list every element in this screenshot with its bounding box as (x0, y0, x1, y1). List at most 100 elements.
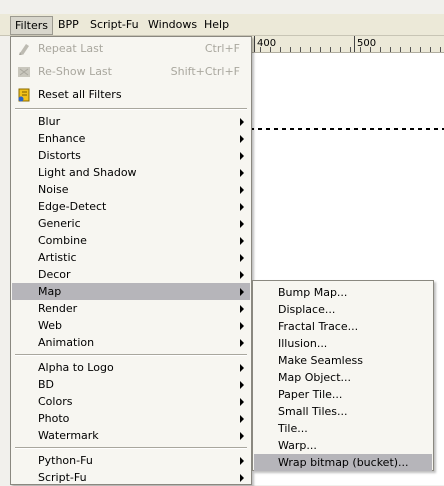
submenu-arrow-icon (240, 220, 244, 228)
ruler-ticks (250, 47, 444, 52)
menu-item-label: Light and Shadow (38, 166, 137, 179)
submenu-item-displace[interactable]: Displace... (254, 301, 432, 318)
submenu-item-paper-tile[interactable]: Paper Tile... (254, 386, 432, 403)
menu-item-label: Fractal Trace... (278, 320, 359, 333)
menu-item-reshow-last[interactable]: Re-Show Last Shift+Ctrl+F (12, 63, 250, 80)
menu-item-combine[interactable]: Combine (12, 232, 250, 249)
horizontal-ruler: 400 500 (250, 36, 444, 53)
menu-item-label: Script-Fu (38, 471, 87, 484)
menu-separator (15, 108, 247, 110)
menu-item-alpha-to-logo[interactable]: Alpha to Logo (12, 359, 250, 376)
menubar: Filters BPP Script-Fu Windows Help (0, 14, 444, 36)
menu-item-label: Decor (38, 268, 71, 281)
menu-windows[interactable]: Windows (148, 18, 197, 34)
submenu-arrow-icon (240, 415, 244, 423)
menu-item-watermark[interactable]: Watermark (12, 427, 250, 444)
menu-item-reset-all-filters[interactable]: Reset all Filters (12, 86, 250, 103)
menu-item-label: Colors (38, 395, 73, 408)
submenu-arrow-icon (240, 271, 244, 279)
menu-item-label: Photo (38, 412, 70, 425)
menu-filters[interactable]: Filters (10, 16, 53, 35)
ruler-major-tick (254, 36, 255, 52)
menu-item-bd[interactable]: BD (12, 376, 250, 393)
submenu-arrow-icon (240, 203, 244, 211)
menu-item-noise[interactable]: Noise (12, 181, 250, 198)
menu-item-decor[interactable]: Decor (12, 266, 250, 283)
menu-item-accel: Ctrl+F (204, 42, 240, 55)
menu-item-label: Alpha to Logo (38, 361, 114, 374)
menu-item-label: Make Seamless (278, 354, 363, 367)
submenu-item-fractal-trace[interactable]: Fractal Trace... (254, 318, 432, 335)
menu-item-label: Generic (38, 217, 81, 230)
menu-item-label: Edge-Detect (38, 200, 107, 213)
menu-item-colors[interactable]: Colors (12, 393, 250, 410)
menu-separator (15, 447, 247, 449)
menu-item-render[interactable]: Render (12, 300, 250, 317)
menu-item-accel: Shift+Ctrl+F (170, 65, 240, 78)
reshow-icon (16, 64, 32, 80)
menu-item-map[interactable]: Map (12, 283, 250, 300)
submenu-arrow-icon (240, 398, 244, 406)
submenu-item-illusion[interactable]: Illusion... (254, 335, 432, 352)
menu-item-label: Reset all Filters (38, 88, 122, 101)
submenu-arrow-icon (240, 322, 244, 330)
ruler-label-500: 500 (357, 38, 377, 49)
menu-item-label: Web (38, 319, 62, 332)
submenu-item-bump-map[interactable]: Bump Map... (254, 284, 432, 301)
menu-item-label: Small Tiles... (278, 405, 348, 418)
menu-item-photo[interactable]: Photo (12, 410, 250, 427)
submenu-item-map-object[interactable]: Map Object... (254, 369, 432, 386)
submenu-item-warp[interactable]: Warp... (254, 437, 432, 454)
menu-item-web[interactable]: Web (12, 317, 250, 334)
menu-script-fu[interactable]: Script-Fu (90, 18, 139, 34)
menu-item-python-fu[interactable]: Python-Fu (12, 452, 250, 469)
menu-item-label: Artistic (38, 251, 77, 264)
menu-item-label: Re-Show Last (38, 65, 112, 78)
menu-item-blur[interactable]: Blur (12, 113, 250, 130)
submenu-arrow-icon (240, 186, 244, 194)
menu-item-label: Noise (38, 183, 69, 196)
submenu-item-tile[interactable]: Tile... (254, 420, 432, 437)
submenu-arrow-icon (240, 237, 244, 245)
filters-menu: Repeat Last Ctrl+F Re-Show Last Shift+Ct… (10, 36, 252, 485)
menu-item-label: Tile... (278, 422, 308, 435)
submenu-item-wrap-bitmap[interactable]: Wrap bitmap (bucket)... (254, 454, 432, 471)
menu-item-label: Illusion... (278, 337, 328, 350)
submenu-arrow-icon (240, 381, 244, 389)
menu-bpp[interactable]: BPP (58, 18, 79, 34)
repeat-icon (16, 41, 32, 57)
menu-item-artistic[interactable]: Artistic (12, 249, 250, 266)
selection-marching-ants (250, 128, 444, 130)
submenu-arrow-icon (240, 254, 244, 262)
submenu-item-make-seamless[interactable]: Make Seamless (254, 352, 432, 369)
submenu-arrow-icon (240, 152, 244, 160)
submenu-arrow-icon (240, 432, 244, 440)
menu-item-edge-detect[interactable]: Edge-Detect (12, 198, 250, 215)
ruler-major-tick (354, 36, 355, 52)
menu-item-label: Watermark (38, 429, 99, 442)
menu-item-label: Enhance (38, 132, 86, 145)
menu-item-enhance[interactable]: Enhance (12, 130, 250, 147)
submenu-arrow-icon (240, 339, 244, 347)
menu-item-distorts[interactable]: Distorts (12, 147, 250, 164)
menu-item-label: Repeat Last (38, 42, 104, 55)
menu-help[interactable]: Help (204, 18, 229, 34)
menu-item-label: Displace... (278, 303, 336, 316)
menu-item-generic[interactable]: Generic (12, 215, 250, 232)
ruler-label-400: 400 (257, 38, 277, 49)
submenu-item-small-tiles[interactable]: Small Tiles... (254, 403, 432, 420)
menu-item-label: Distorts (38, 149, 81, 162)
menu-separator (15, 354, 247, 356)
menu-item-label: Blur (38, 115, 61, 128)
menu-item-script-fu[interactable]: Script-Fu (12, 469, 250, 486)
submenu-arrow-icon (240, 118, 244, 126)
submenu-arrow-icon (240, 305, 244, 313)
menu-item-label: Combine (38, 234, 87, 247)
menu-item-label: Wrap bitmap (bucket)... (278, 456, 409, 469)
reset-icon (16, 87, 32, 103)
menu-item-animation[interactable]: Animation (12, 334, 250, 351)
submenu-arrow-icon (240, 135, 244, 143)
menu-item-repeat-last[interactable]: Repeat Last Ctrl+F (12, 40, 250, 57)
menu-item-light-and-shadow[interactable]: Light and Shadow (12, 164, 250, 181)
submenu-arrow-icon (240, 474, 244, 482)
